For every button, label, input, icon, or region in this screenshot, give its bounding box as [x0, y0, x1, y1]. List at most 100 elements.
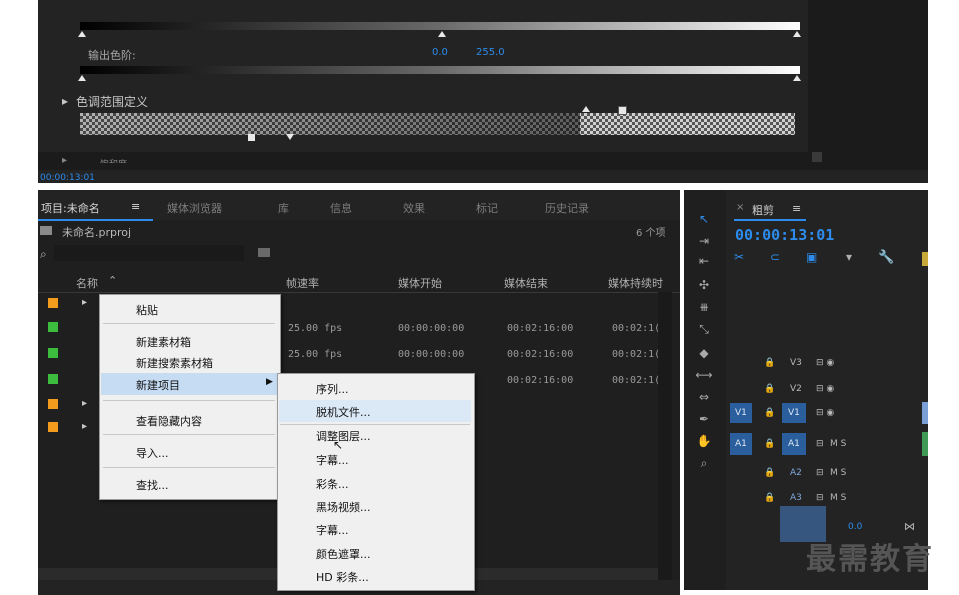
gamma-input-slider[interactable]: [438, 31, 446, 37]
pen-tool-icon[interactable]: ✒: [694, 412, 714, 426]
expand-arrow-icon[interactable]: ▸: [82, 398, 87, 409]
slip-tool-icon[interactable]: ⟷: [694, 368, 714, 382]
submenu-item-adjustment-layer[interactable]: 调整图层...: [316, 428, 371, 444]
track-name-v2[interactable]: V2: [790, 384, 802, 394]
source-track-v1[interactable]: V1: [735, 408, 747, 418]
menu-item-new-search-bin[interactable]: 新建搜索素材箱: [136, 355, 213, 371]
rate-stretch-tool-icon[interactable]: ⤡: [694, 322, 714, 337]
menu-item-view-hidden[interactable]: 查看隐藏内容: [136, 413, 202, 429]
razor-tool-icon[interactable]: ◆: [694, 346, 714, 360]
effect-timecode[interactable]: 00:00:13:01: [40, 173, 95, 183]
voice-over-icon[interactable]: ⊟: [816, 493, 824, 503]
shadow-softness-handle[interactable]: [286, 134, 294, 140]
new-bin-from-search-icon[interactable]: [258, 248, 270, 257]
track-name-a3[interactable]: A3: [790, 493, 802, 503]
track-name-a2[interactable]: A2: [790, 468, 802, 478]
lock-icon[interactable]: 🔒: [764, 493, 775, 503]
timeline-timecode[interactable]: 00:00:13:01: [735, 226, 834, 244]
tab-project[interactable]: 项目:未命名: [41, 200, 100, 216]
column-frame-rate[interactable]: 帧速率: [286, 275, 319, 291]
track-name-v1[interactable]: V1: [788, 408, 800, 418]
lock-icon[interactable]: 🔒: [764, 439, 775, 449]
submenu-item-black-video[interactable]: 黑场视频...: [316, 499, 371, 515]
submenu-item-color-matte[interactable]: 颜色遮罩...: [316, 546, 371, 562]
track-name-v3[interactable]: V3: [790, 358, 802, 368]
tab-libraries[interactable]: 库: [278, 200, 289, 216]
track-select-tool-icon[interactable]: ⇥: [694, 234, 714, 248]
zoom-slider-icon[interactable]: ⋈: [904, 520, 915, 533]
lock-icon[interactable]: 🔒: [764, 408, 775, 418]
track-select-back-icon[interactable]: ⇤: [694, 254, 714, 268]
submenu-item-captions[interactable]: 字幕...: [316, 522, 349, 538]
timeline-menu-icon[interactable]: ≡: [792, 202, 801, 215]
add-marker-icon[interactable]: ▣: [806, 250, 817, 264]
wrench-icon[interactable]: 🔧: [878, 250, 894, 265]
sync-lock-icon[interactable]: ⊟ ◉: [816, 384, 834, 394]
white-input-slider[interactable]: [793, 31, 801, 37]
sort-ascending-icon[interactable]: ⌃: [108, 274, 117, 287]
timeline-title[interactable]: 粗剪: [752, 202, 774, 218]
expand-arrow-icon[interactable]: ▸: [82, 421, 87, 432]
saturation-label: 饱和度: [100, 157, 127, 163]
selection-tool-icon[interactable]: ↖: [694, 212, 714, 226]
menu-item-new-bin[interactable]: 新建素材箱: [136, 334, 191, 350]
scroll-handle[interactable]: [812, 152, 822, 162]
mute-solo-buttons[interactable]: M S: [830, 468, 846, 478]
voice-over-icon[interactable]: ⊟: [816, 468, 824, 478]
sync-lock-icon[interactable]: ⊟ ◉: [816, 358, 834, 368]
marker-icon[interactable]: ▾: [846, 250, 852, 264]
submenu-item-title[interactable]: 字幕...: [316, 452, 349, 468]
mute-solo-buttons[interactable]: M S: [830, 439, 846, 449]
white-output-slider[interactable]: [793, 75, 801, 81]
slide-tool-icon[interactable]: ⇔: [694, 390, 714, 404]
snap-icon[interactable]: ✂: [734, 250, 744, 264]
tab-history[interactable]: 历史记录: [545, 200, 589, 216]
column-media-start[interactable]: 媒体开始: [398, 275, 442, 291]
master-volume[interactable]: 0.0: [848, 522, 862, 532]
output-low-value[interactable]: 0.0: [432, 47, 448, 58]
zoom-tool-icon[interactable]: ⌕: [694, 456, 714, 471]
column-media-duration[interactable]: 媒体持续时: [608, 275, 678, 291]
highlight-softness-handle[interactable]: [582, 106, 590, 112]
black-output-slider[interactable]: [78, 75, 86, 81]
expand-arrow-icon[interactable]: ▸: [62, 94, 68, 108]
tab-markers[interactable]: 标记: [476, 200, 498, 216]
linked-selection-icon[interactable]: ⊂: [770, 250, 780, 264]
sync-lock-icon[interactable]: ⊟ ◉: [816, 408, 834, 418]
black-input-slider[interactable]: [78, 31, 86, 37]
submenu-item-hd-bars[interactable]: HD 彩条...: [316, 569, 369, 585]
hand-tool-icon[interactable]: ✋: [694, 434, 714, 448]
mute-solo-buttons[interactable]: M S: [830, 493, 846, 503]
menu-item-new-item[interactable]: 新建项目: [136, 377, 180, 393]
tab-effects[interactable]: 效果: [403, 200, 425, 216]
track-name-a1[interactable]: A1: [788, 439, 800, 449]
search-input[interactable]: [54, 245, 244, 261]
menu-item-find[interactable]: 查找...: [136, 477, 169, 493]
tab-info[interactable]: 信息: [330, 200, 352, 216]
voice-over-icon[interactable]: ⊟: [816, 439, 824, 449]
menu-item-import[interactable]: 导入...: [136, 445, 169, 461]
output-high-value[interactable]: 255.0: [476, 47, 505, 58]
video-clip[interactable]: [922, 402, 928, 424]
lock-icon[interactable]: 🔒: [764, 468, 775, 478]
source-track-a1[interactable]: A1: [735, 439, 747, 449]
ripple-edit-tool-icon[interactable]: ✣: [694, 278, 714, 292]
lock-icon[interactable]: 🔒: [764, 358, 775, 368]
audio-clip[interactable]: [922, 432, 928, 456]
shadow-range-handle[interactable]: [248, 134, 255, 141]
close-icon[interactable]: ×: [736, 202, 744, 213]
tab-media-browser[interactable]: 媒体浏览器: [167, 200, 222, 216]
highlight-range-handle[interactable]: [618, 106, 627, 115]
expand-arrow-icon[interactable]: ▸: [62, 155, 67, 166]
submenu-item-offline-file[interactable]: 脱机文件...: [316, 404, 371, 420]
submenu-item-sequence[interactable]: 序列...: [316, 381, 349, 397]
lock-icon[interactable]: 🔒: [764, 384, 775, 394]
column-name[interactable]: 名称: [76, 275, 98, 291]
tab-menu-icon[interactable]: ≡: [131, 200, 140, 213]
expand-arrow-icon[interactable]: ▸: [82, 297, 87, 308]
rolling-edit-tool-icon[interactable]: ⧻: [694, 300, 714, 314]
menu-item-paste[interactable]: 粘贴: [136, 302, 158, 318]
vertical-scrollbar[interactable]: [658, 292, 672, 582]
submenu-item-bars-tone[interactable]: 彩条...: [316, 476, 349, 492]
column-media-end[interactable]: 媒体结束: [504, 275, 548, 291]
